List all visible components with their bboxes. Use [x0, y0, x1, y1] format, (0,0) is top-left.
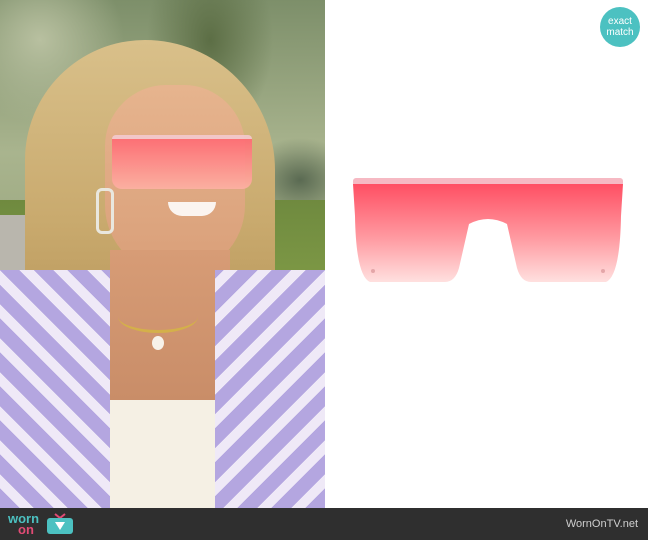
gold-necklace: [118, 300, 198, 333]
exact-match-badge: exact match: [600, 7, 640, 47]
houndstooth-jacket-left: [0, 270, 110, 508]
worn-sunglasses: [112, 135, 252, 189]
tv-icon: [47, 513, 74, 534]
badge-line-2: match: [606, 27, 634, 38]
product-panel: [325, 0, 648, 508]
badge-line-1: exact: [608, 16, 632, 27]
footer-bar: worn on WornOnTV.net: [0, 508, 648, 540]
logo-on: on: [18, 522, 34, 537]
pearl-pendant: [152, 336, 164, 350]
earring: [96, 188, 114, 234]
sunglasses-product-image[interactable]: [351, 176, 625, 286]
logo-text: worn on: [8, 512, 39, 537]
site-url[interactable]: WornOnTV.net: [566, 518, 638, 530]
houndstooth-jacket-right: [215, 270, 325, 508]
wornon-logo[interactable]: worn on: [8, 512, 77, 537]
outfit-photo: [0, 0, 325, 508]
smile: [168, 202, 216, 216]
